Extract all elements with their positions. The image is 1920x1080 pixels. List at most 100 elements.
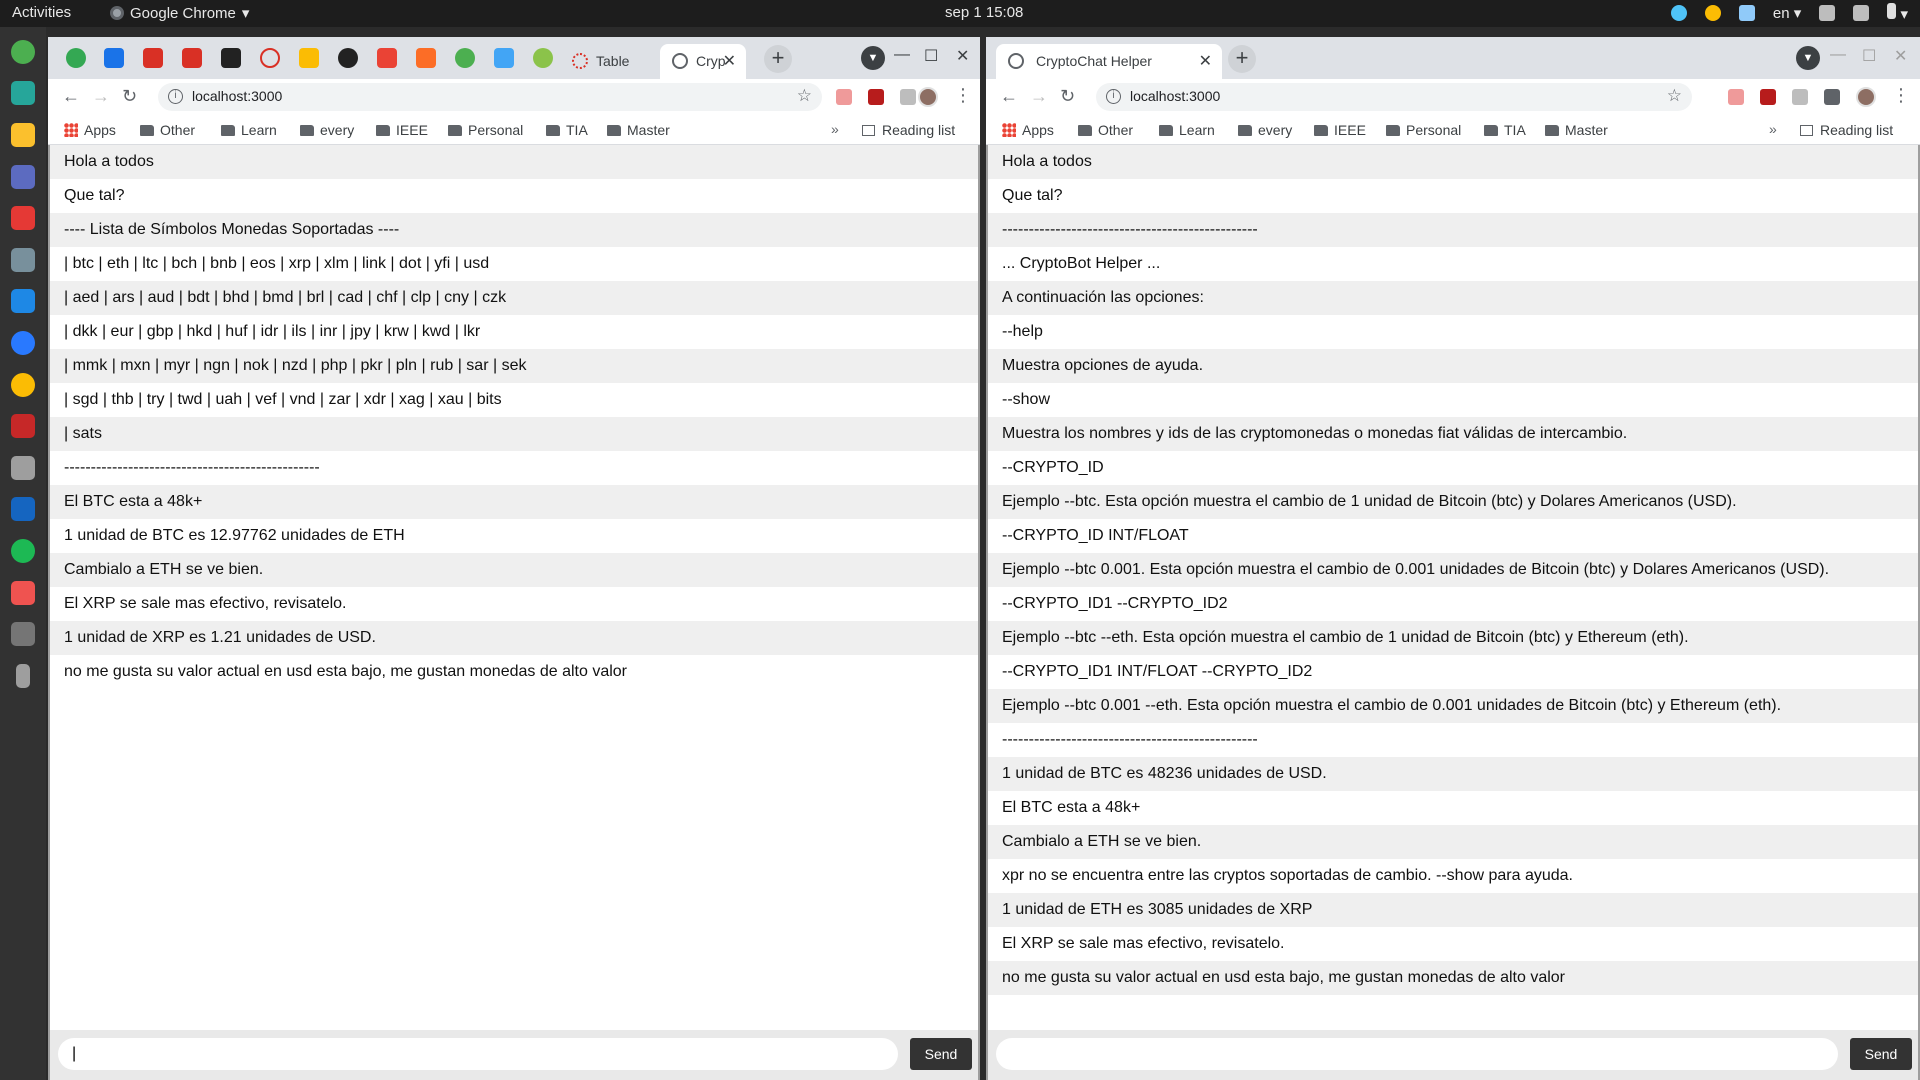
- github-tab-icon[interactable]: [338, 48, 358, 68]
- photo-icon[interactable]: [11, 248, 35, 272]
- bookmark-star-icon[interactable]: ☆: [1667, 86, 1682, 106]
- bookmark-folder-other[interactable]: Other: [1078, 122, 1133, 138]
- chrome-icon[interactable]: [11, 373, 35, 397]
- filezilla-icon[interactable]: [11, 414, 35, 438]
- usb-icon[interactable]: [16, 664, 30, 688]
- writer-icon[interactable]: [11, 331, 35, 355]
- bookmark-folder-tia[interactable]: TIA: [1484, 122, 1526, 138]
- extension-gray-icon[interactable]: [900, 89, 916, 105]
- clock[interactable]: sep 1 15:08: [945, 4, 1023, 21]
- bookmark-folder-ieee[interactable]: IEEE: [376, 122, 428, 138]
- tab-table[interactable]: Table: [560, 44, 648, 79]
- minimize-button[interactable]: —: [1830, 46, 1846, 64]
- send-button[interactable]: Send: [1850, 1038, 1912, 1070]
- tab-search-icon[interactable]: ▼: [861, 46, 885, 70]
- extension-red-icon[interactable]: [1728, 89, 1744, 105]
- bookmarks-overflow-icon[interactable]: »: [831, 121, 839, 137]
- bookmark-folder-every[interactable]: every: [1238, 122, 1292, 138]
- tab-favicon-1[interactable]: [66, 48, 86, 68]
- tab-cryptochat-helper[interactable]: CryptoChat Helper ✕: [996, 44, 1222, 79]
- message-input[interactable]: [58, 1038, 898, 1070]
- bookmark-folder-every[interactable]: every: [300, 122, 354, 138]
- minimize-button[interactable]: —: [894, 46, 910, 64]
- info-icon[interactable]: i: [168, 89, 183, 104]
- screenshot-icon[interactable]: [11, 165, 35, 189]
- reload-icon[interactable]: ↻: [1060, 86, 1075, 107]
- tab-close-icon[interactable]: ✕: [1199, 51, 1212, 71]
- bookmark-apps[interactable]: Apps: [64, 122, 116, 138]
- tab-favicon-4[interactable]: [182, 48, 202, 68]
- power-menu[interactable]: ▾: [1887, 3, 1908, 23]
- address-bar[interactable]: i localhost:3000 ☆: [1096, 83, 1692, 111]
- extensions-puzzle-icon[interactable]: [1824, 89, 1840, 105]
- new-tab-button[interactable]: +: [764, 45, 792, 73]
- app-menu[interactable]: Google Chrome ▾: [110, 4, 249, 22]
- vscode-icon[interactable]: [11, 289, 35, 313]
- profile-avatar[interactable]: [1856, 87, 1876, 107]
- activities-button[interactable]: Activities: [12, 4, 71, 21]
- tab-favicon-13[interactable]: [533, 48, 553, 68]
- address-bar[interactable]: i localhost:3000 ☆: [158, 83, 822, 111]
- bookmark-folder-learn[interactable]: Learn: [1159, 122, 1215, 138]
- tab-search-icon[interactable]: ▼: [1796, 46, 1820, 70]
- bookmark-folder-personal[interactable]: Personal: [448, 122, 523, 138]
- tab-close-icon[interactable]: ✕: [723, 51, 736, 71]
- anydesk-icon[interactable]: [11, 581, 35, 605]
- bookmarks-overflow-icon[interactable]: »: [1769, 121, 1777, 137]
- gmail-tab-icon[interactable]: [377, 48, 397, 68]
- maximize-button[interactable]: ☐: [1862, 46, 1876, 66]
- message-input[interactable]: [996, 1038, 1838, 1070]
- calendar-icon[interactable]: [11, 81, 35, 105]
- back-icon[interactable]: ←: [1000, 86, 1018, 107]
- slides-icon[interactable]: [11, 206, 35, 230]
- send-button[interactable]: Send: [910, 1038, 972, 1070]
- tab-favicon-2[interactable]: [104, 48, 124, 68]
- back-icon[interactable]: ←: [62, 86, 80, 107]
- language-indicator[interactable]: en ▾: [1773, 4, 1801, 22]
- bookmark-folder-ieee[interactable]: IEEE: [1314, 122, 1366, 138]
- reload-icon[interactable]: ↻: [122, 86, 137, 107]
- reading-list-button[interactable]: Reading list: [1800, 122, 1893, 138]
- spotify-icon[interactable]: [11, 539, 35, 563]
- vpn-tray-icon[interactable]: [1738, 5, 1755, 21]
- slack-tray-icon[interactable]: [1670, 5, 1687, 21]
- network-icon[interactable]: [1819, 5, 1836, 21]
- chrome-menu-icon[interactable]: ⋮: [1892, 85, 1910, 106]
- reading-list-button[interactable]: Reading list: [862, 122, 955, 138]
- profile-avatar[interactable]: [918, 87, 938, 107]
- close-window-button[interactable]: ✕: [1894, 46, 1907, 66]
- bookmark-folder-master[interactable]: Master: [1545, 122, 1608, 138]
- volume-icon[interactable]: [1853, 5, 1870, 21]
- bookmark-apps[interactable]: Apps: [1002, 122, 1054, 138]
- close-window-button[interactable]: ✕: [956, 46, 969, 66]
- chrome-launcher-icon[interactable]: [11, 40, 35, 64]
- tab-favicon-11[interactable]: [455, 48, 475, 68]
- new-tab-button[interactable]: +: [1228, 45, 1256, 73]
- maximize-button[interactable]: ☐: [924, 46, 938, 66]
- tab-favicon-6[interactable]: [260, 48, 280, 68]
- amazon-tab-icon[interactable]: [221, 48, 241, 68]
- forward-icon[interactable]: →: [1030, 86, 1048, 107]
- tab-favicon-7[interactable]: [299, 48, 319, 68]
- bookmark-folder-personal[interactable]: Personal: [1386, 122, 1461, 138]
- tab-favicon-12[interactable]: [494, 48, 514, 68]
- bookmark-folder-other[interactable]: Other: [140, 122, 195, 138]
- forward-icon[interactable]: →: [92, 86, 110, 107]
- ublock-icon[interactable]: [1760, 89, 1776, 105]
- files-icon[interactable]: [11, 456, 35, 480]
- gitlab-tab-icon[interactable]: [416, 48, 436, 68]
- drive-icon[interactable]: [11, 622, 35, 646]
- ublock-icon[interactable]: [868, 89, 884, 105]
- extension-gray-icon[interactable]: [1792, 89, 1808, 105]
- chrome-tray-icon[interactable]: [1704, 5, 1721, 21]
- extension-red-icon[interactable]: [836, 89, 852, 105]
- tab-favicon-3[interactable]: [143, 48, 163, 68]
- bookmark-folder-tia[interactable]: TIA: [546, 122, 588, 138]
- tab-crypto[interactable]: Cryp ✕: [660, 44, 746, 79]
- notes-icon[interactable]: [11, 123, 35, 147]
- bookmark-folder-learn[interactable]: Learn: [221, 122, 277, 138]
- chrome-menu-icon[interactable]: ⋮: [954, 85, 972, 106]
- info-icon[interactable]: i: [1106, 89, 1121, 104]
- vscode-alt-icon[interactable]: [11, 497, 35, 521]
- bookmark-folder-master[interactable]: Master: [607, 122, 670, 138]
